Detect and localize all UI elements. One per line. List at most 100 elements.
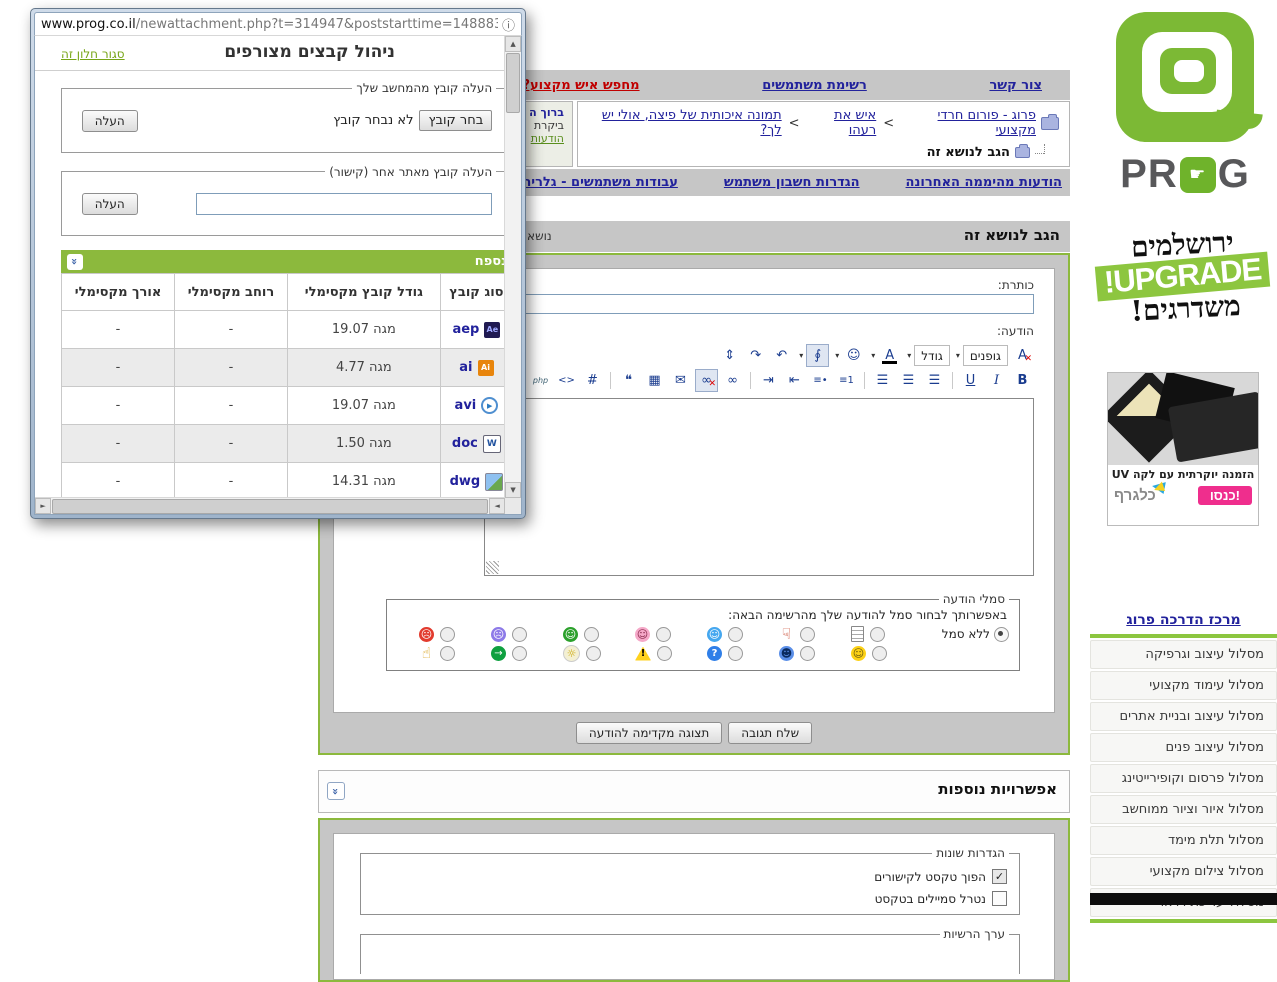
redo-icon[interactable]: ↷ — [744, 344, 768, 367]
smiley-radio[interactable] — [870, 626, 885, 642]
code-icon[interactable]: <> — [555, 369, 578, 392]
indent-icon[interactable]: ⇥ — [757, 369, 780, 392]
sidebar-item[interactable]: מסלול איור וציור ממוחשב — [1090, 795, 1277, 824]
insert-image-icon[interactable]: ▦ — [643, 369, 666, 392]
scroll-down-button[interactable]: ▼ — [505, 482, 521, 498]
nav-link[interactable]: מחפש איש מקצוע? — [522, 78, 639, 93]
attachment-table: סוג קובץ גודל קובץ מקסימלי רוחב מקסימלי אור… — [60, 273, 514, 502]
bullet-list-icon[interactable]: •≡ — [809, 369, 832, 392]
editor-resize-icon[interactable]: ⇕ — [718, 344, 742, 367]
scroll-left-button[interactable]: ◄ — [489, 498, 505, 514]
remote-url-input[interactable] — [196, 193, 493, 216]
smiley-radio[interactable] — [584, 626, 599, 642]
collapse-icon[interactable]: « — [67, 253, 83, 270]
preview-button[interactable]: תצוגה מקדימה להודעה — [575, 722, 723, 744]
x-overlay-icon: ✕ — [1024, 354, 1032, 364]
bold-icon[interactable]: B — [1011, 369, 1034, 392]
upload-local-button[interactable]: העלה — [81, 109, 138, 132]
font-color-icon[interactable]: A — [878, 344, 902, 367]
file-type-label: doc — [451, 436, 478, 452]
align-left-icon[interactable]: ☰ — [871, 369, 894, 392]
vertical-scrollbar[interactable]: ▲ ▼ — [504, 36, 521, 498]
sidebar-item[interactable]: מסלול תלת מימד — [1090, 826, 1277, 855]
smiley-radio[interactable] — [440, 626, 455, 642]
attach-icon[interactable]: ∮ — [806, 344, 830, 367]
submit-reply-button[interactable]: שלח תגובה — [728, 722, 813, 744]
smiley-radio[interactable] — [657, 646, 672, 661]
smiley-radio[interactable] — [872, 646, 887, 661]
php-icon[interactable]: php — [529, 369, 552, 392]
message-textarea[interactable] — [484, 398, 1034, 576]
align-center-icon[interactable]: ☰ — [897, 369, 920, 392]
sidebar-item[interactable]: מסלול עימוד מקצועי — [1090, 671, 1277, 700]
ad-banner[interactable]: הזמנה יוקרתית עם לקה UV כלגרף כנסו! — [1107, 372, 1259, 526]
sidebar-item[interactable]: מסלול עיצוב פנים — [1090, 733, 1277, 762]
sidebar-item[interactable]: מסלול צילום מקצועי — [1090, 857, 1277, 886]
quote-icon[interactable]: ❝ — [617, 369, 640, 392]
vertical-scroll-thumb[interactable] — [506, 53, 520, 113]
smiley-radio[interactable] — [586, 646, 601, 661]
no-icon-radio[interactable] — [994, 626, 1009, 642]
page-info-icon[interactable]: ⓘ — [502, 15, 515, 34]
file-input[interactable]: בחר קובץ לא נבחר קובץ — [333, 110, 493, 132]
breadcrumb-link[interactable]: תמונה איכותית של פיצה, אולי יש לך? — [588, 108, 782, 138]
smiley-radio[interactable] — [440, 646, 455, 661]
close-window-link[interactable]: סגור חלון זה — [61, 47, 125, 61]
insert-link-icon[interactable]: ∞ — [721, 369, 744, 392]
sidebar-item[interactable]: מסלול פרסום וקופירייטינג — [1090, 764, 1277, 793]
user-nav-link[interactable]: הגדרות חשבון משתמש — [724, 175, 860, 190]
undo-icon[interactable]: ↶ — [770, 344, 794, 367]
user-nav-link[interactable]: עבודות משתמשים - גלריה — [522, 175, 678, 190]
dropdown-caret-icon[interactable]: ▾ — [796, 351, 806, 360]
ordered-list-icon[interactable]: 1≡ — [835, 369, 858, 392]
sidebar-item[interactable]: מסלול עיצוב וגרפיקה — [1090, 640, 1277, 669]
sidebar-item[interactable]: מסלול עיצוב ובניית אתרים — [1090, 702, 1277, 731]
dropdown-caret-icon[interactable]: ▾ — [832, 351, 842, 360]
choose-file-button[interactable]: בחר קובץ — [419, 110, 493, 132]
italic-icon[interactable]: I — [985, 369, 1008, 392]
checkbox[interactable]: ✓ — [992, 869, 1007, 884]
upgrade-banner[interactable]: ירושלמים UPGRADE! משדרגים! — [1094, 225, 1272, 328]
unlink-icon[interactable]: ∞ ✕ — [695, 369, 718, 392]
insert-image-email-icon[interactable]: ✉ — [669, 369, 692, 392]
remove-format-icon[interactable]: A ✕ — [1011, 344, 1034, 367]
smiley-radio[interactable] — [656, 626, 671, 642]
smilies-menu-icon[interactable]: ☺ — [842, 344, 866, 367]
smiley-radio[interactable] — [512, 646, 527, 661]
ad-enter-button[interactable]: כנסו! — [1197, 486, 1252, 505]
hash-icon[interactable]: # — [581, 369, 604, 392]
horizontal-scrollbar[interactable]: ◄ ► — [35, 497, 505, 514]
dropdown-caret-icon[interactable]: ▾ — [868, 351, 878, 360]
nav-link[interactable]: צור קשר — [989, 78, 1042, 93]
training-menu-items: מסלול עיצוב וגרפיקה מסלול עימוד מקצועי מסל… — [1090, 640, 1277, 917]
smiley-radio[interactable] — [728, 646, 743, 661]
max-length-cell: - — [60, 310, 176, 350]
prog-logo[interactable]: PR ☛ G — [1105, 12, 1265, 197]
horizontal-scroll-thumb[interactable] — [52, 498, 488, 514]
scroll-right-button[interactable]: ► — [35, 498, 51, 514]
font-family-select[interactable]: גופנים — [962, 345, 1008, 366]
scroll-up-button[interactable]: ▲ — [505, 36, 521, 52]
underline-icon[interactable]: U — [959, 369, 982, 392]
collapse-icon[interactable]: « — [327, 782, 345, 800]
no-icon-option[interactable]: ללא סמל — [923, 626, 1009, 642]
training-center-link[interactable]: מרכז הדרכה פרוג — [1090, 612, 1277, 628]
media-player-icon: ▶ — [481, 397, 499, 415]
upload-remote-button[interactable]: העלה — [81, 193, 138, 216]
dropdown-caret-icon[interactable]: ▾ — [953, 351, 963, 360]
checkbox[interactable] — [992, 891, 1007, 906]
breadcrumb-link[interactable]: פרוג - פורום חרדי מקצועי — [901, 108, 1036, 138]
font-size-select[interactable]: גודל — [914, 345, 950, 366]
nav-link[interactable]: רשימת משתמשים — [762, 78, 867, 93]
smiley-radio[interactable] — [800, 626, 815, 642]
align-right-icon[interactable]: ☰ — [923, 369, 946, 392]
user-nav-link[interactable]: הודעות מהיממה האחרונה — [906, 175, 1062, 190]
breadcrumb-link[interactable]: איש את רעהו — [807, 108, 876, 138]
smiley-radio[interactable] — [728, 626, 743, 642]
dropdown-caret-icon[interactable]: ▾ — [904, 351, 914, 360]
outdent-icon[interactable]: ⇤ — [783, 369, 806, 392]
smiley-option: ☺ — [635, 626, 707, 642]
smiley-radio[interactable] — [800, 646, 815, 661]
smiley-blue-icon: ☺ — [707, 626, 722, 642]
smiley-radio[interactable] — [512, 626, 527, 642]
